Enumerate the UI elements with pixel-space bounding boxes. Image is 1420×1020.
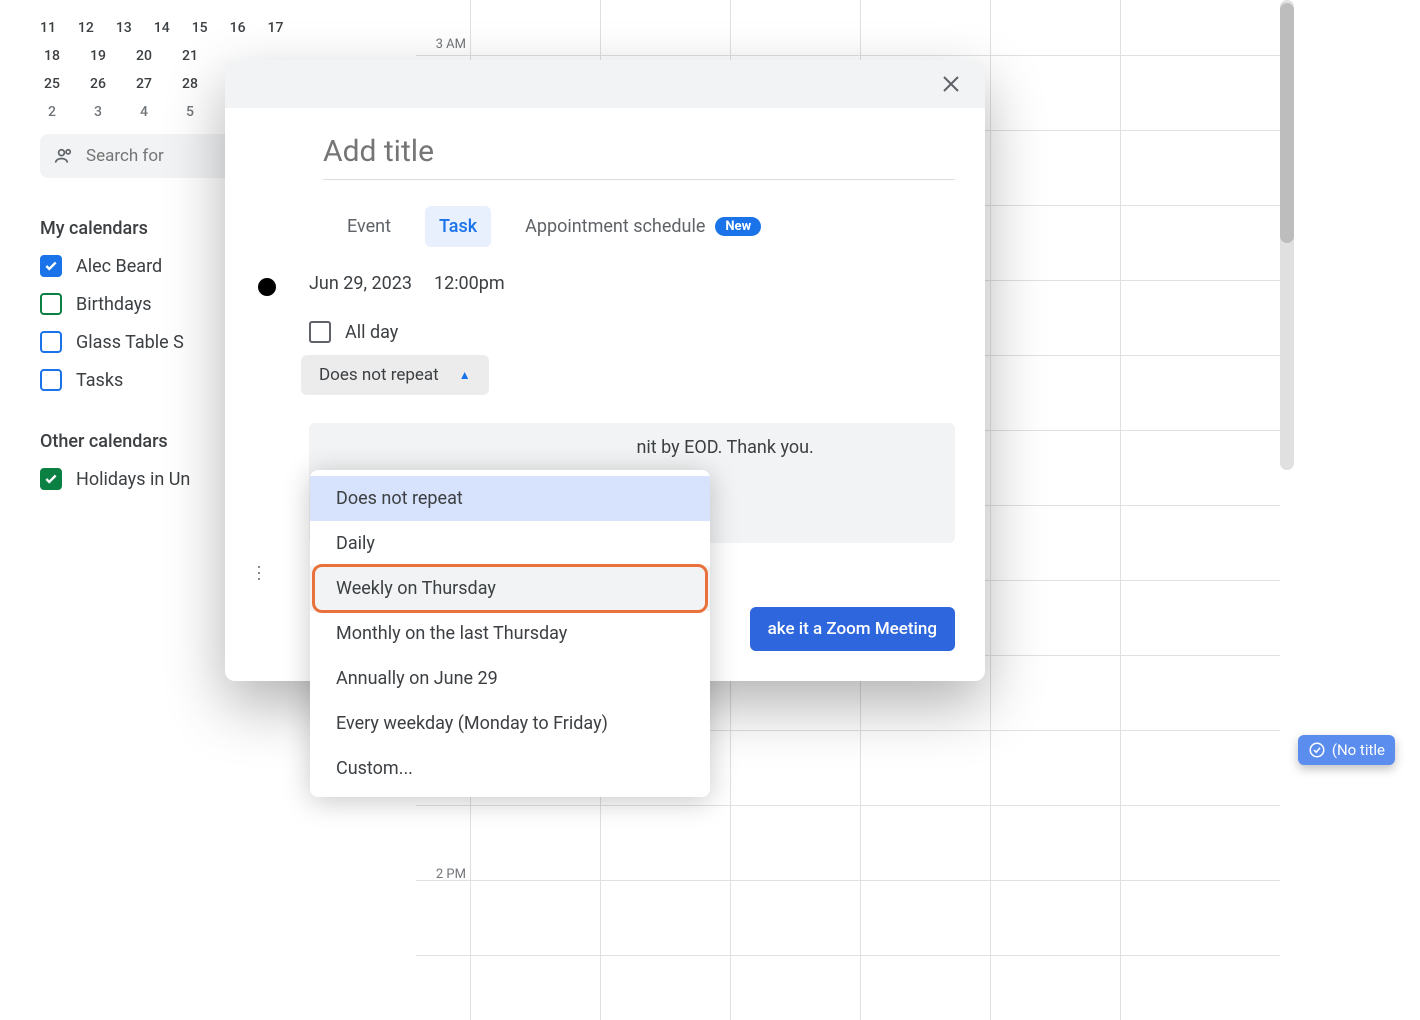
mini-date[interactable]: 20 <box>132 48 156 64</box>
time-field[interactable]: 12:00pm <box>434 273 505 294</box>
mini-date[interactable]: 2 <box>40 104 64 120</box>
title-input[interactable] <box>323 130 955 180</box>
caret-up-icon: ▲ <box>459 368 471 382</box>
clock-icon <box>255 275 279 299</box>
tab-event[interactable]: Event <box>333 206 405 247</box>
dialog-topbar <box>225 60 985 108</box>
recurrence-option[interactable]: Does not repeat <box>310 476 710 521</box>
mini-date[interactable]: 12 <box>78 20 94 36</box>
calendar-name: Alec Beard <box>76 256 162 277</box>
scrollbar-thumb[interactable] <box>1280 3 1294 243</box>
calendar-checkbox[interactable] <box>40 369 62 391</box>
calendar-name: Holidays in Un <box>76 469 190 490</box>
close-button[interactable] <box>933 66 969 102</box>
recurrence-option[interactable]: Custom... <box>310 746 710 791</box>
mini-date[interactable]: 18 <box>40 48 64 64</box>
calendar-name: Tasks <box>76 370 123 391</box>
date-field[interactable]: Jun 29, 2023 <box>309 273 412 294</box>
mini-date[interactable]: 15 <box>192 20 208 36</box>
recurrence-option[interactable]: Every weekday (Monday to Friday) <box>310 701 710 746</box>
mini-date[interactable]: 28 <box>178 76 202 92</box>
recurrence-option[interactable]: Annually on June 29 <box>310 656 710 701</box>
tab-task[interactable]: Task <box>425 206 491 247</box>
tab-appointment-schedule[interactable]: Appointment schedule New <box>511 206 775 247</box>
description-text: nit by EOD. Thank you. <box>636 437 813 458</box>
mini-date[interactable]: 17 <box>268 20 284 36</box>
mini-date[interactable]: 3 <box>86 104 110 120</box>
all-day-checkbox[interactable] <box>309 321 331 343</box>
mini-date[interactable]: 19 <box>86 48 110 64</box>
zoom-meeting-button[interactable]: ake it a Zoom Meeting <box>750 607 955 651</box>
event-chip[interactable]: (No title <box>1298 735 1395 765</box>
mini-date[interactable]: 25 <box>40 76 64 92</box>
calendar-checkbox[interactable] <box>40 331 62 353</box>
tab-appt-label: Appointment schedule <box>525 216 705 237</box>
all-day-label: All day <box>345 322 398 343</box>
mini-date[interactable]: 14 <box>154 20 170 36</box>
recurrence-dropdown[interactable]: Does not repeat ▲ <box>301 355 489 395</box>
list-icon <box>255 561 279 585</box>
calendar-checkbox[interactable] <box>40 293 62 315</box>
recurrence-menu: Does not repeatDailyWeekly on ThursdayMo… <box>310 470 710 797</box>
people-icon <box>54 144 74 168</box>
calendar-checkbox[interactable] <box>40 468 62 490</box>
time-label: 3 AM <box>416 37 466 52</box>
check-icon <box>44 259 58 273</box>
mini-date[interactable]: 13 <box>116 20 132 36</box>
calendar-name: Birthdays <box>76 294 152 315</box>
mini-date[interactable]: 11 <box>40 20 56 36</box>
close-icon <box>939 72 963 96</box>
type-tabs: Event Task Appointment schedule New <box>333 206 955 247</box>
recurrence-option[interactable]: Monthly on the last Thursday <box>310 611 710 656</box>
calendar-name: Glass Table S <box>76 332 184 353</box>
recurrence-option[interactable]: Weekly on Thursday <box>310 566 710 611</box>
recurrence-label: Does not repeat <box>319 365 439 385</box>
calendar-checkbox[interactable] <box>40 255 62 277</box>
description-icon <box>255 425 279 449</box>
task-check-icon <box>1308 741 1326 759</box>
event-chip-label: (No title <box>1332 741 1385 759</box>
mini-date[interactable]: 4 <box>132 104 156 120</box>
mini-date[interactable]: 5 <box>178 104 202 120</box>
recurrence-option[interactable]: Daily <box>310 521 710 566</box>
search-input[interactable] <box>86 146 246 166</box>
mini-date[interactable]: 26 <box>86 76 110 92</box>
mini-date[interactable]: 21 <box>178 48 202 64</box>
mini-date[interactable]: 16 <box>230 20 246 36</box>
new-badge: New <box>715 217 761 236</box>
check-icon <box>44 472 58 486</box>
mini-date[interactable]: 27 <box>132 76 156 92</box>
